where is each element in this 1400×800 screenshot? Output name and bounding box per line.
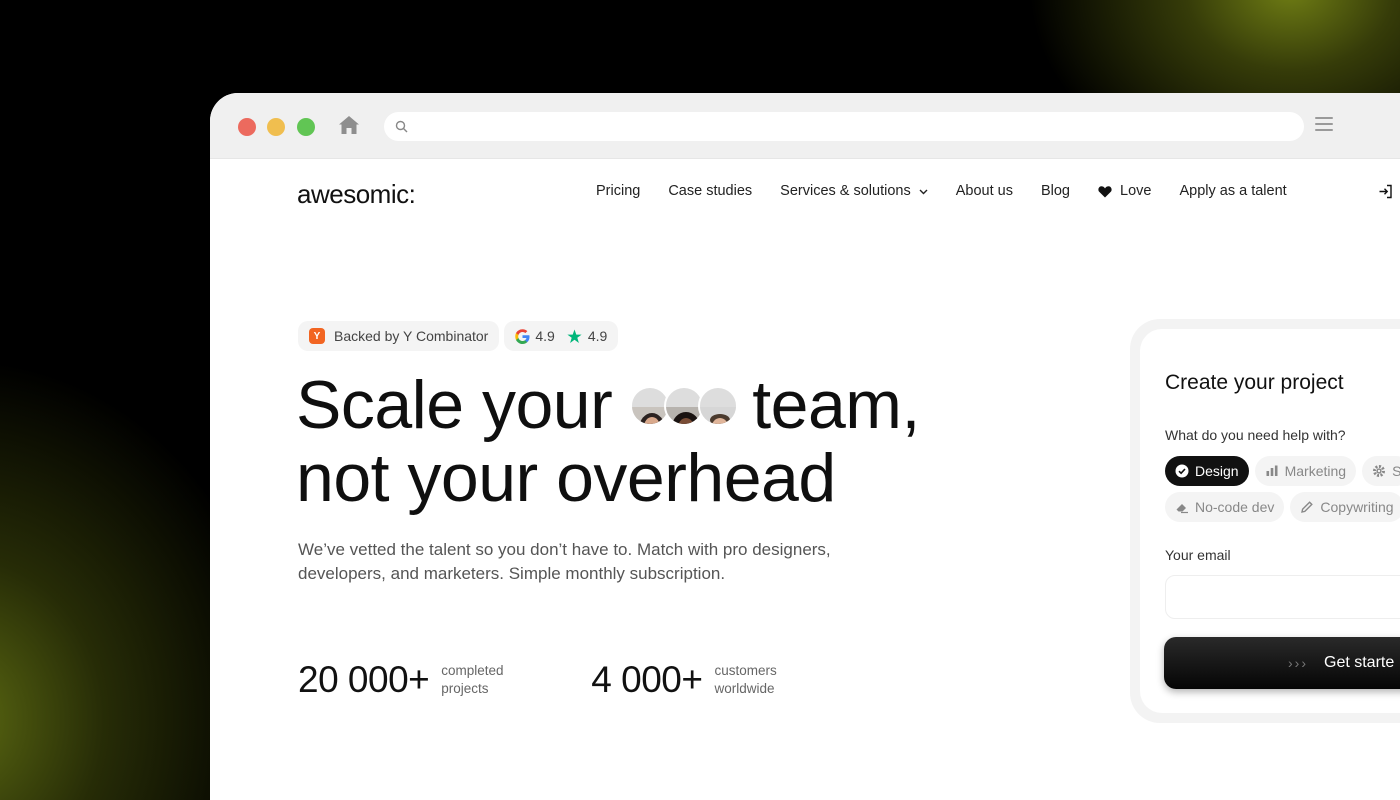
nav-link-love[interactable]: Love [1098,183,1151,199]
headline-part: team, [752,367,920,443]
chip-copywriting[interactable]: Copywriting [1290,492,1400,522]
badge-label: Backed by Y Combinator [334,328,489,344]
url-bar[interactable] [384,112,1304,141]
hero-subtitle: We’ve vetted the talent so you don’t hav… [298,540,831,583]
chip-label: Marketing [1284,463,1347,479]
hero-headline: Scale your team, not your overhead [296,369,920,515]
arrows-right-icon: ››› [1288,655,1308,671]
eraser-icon [1176,504,1188,514]
create-project-card-frame: Create your project What do you need hel… [1130,319,1400,723]
nav-link-pricing[interactable]: Pricing [596,183,640,199]
check-circle-icon [1175,464,1189,478]
browser-toolbar [210,93,1400,159]
nav-link-about-us[interactable]: About us [956,183,1013,199]
stats-row: 20 000+ completed projects 4 000+ custom… [298,659,864,701]
close-window-button[interactable] [238,118,256,136]
pencil-icon [1301,501,1314,513]
email-field[interactable] [1165,575,1400,619]
nav-link-label: Blog [1040,183,1070,199]
avatar [698,385,739,426]
stat-customers: 4 000+ customers worldwide [591,659,804,701]
help-question-label: What do you need help with? [1165,427,1346,443]
cta-label: Get starte [1324,654,1395,671]
get-started-button[interactable]: ››› Get starte [1164,637,1400,689]
nav-link-services[interactable]: Services & solutions [780,183,928,199]
y-combinator-icon: Y [309,328,325,344]
nav-link-label: Case studies [668,183,753,199]
trustpilot-star-icon [567,329,582,343]
gear-icon [1373,465,1386,477]
site-logo[interactable]: awesomic: [297,179,416,210]
chip-label: Design [1195,463,1239,479]
home-icon[interactable] [338,115,360,135]
stat-label: customers worldwide [714,663,777,696]
chip-software[interactable]: S [1362,456,1400,486]
chip-label: S [1392,463,1400,479]
create-project-card: Create your project What do you need hel… [1140,329,1400,713]
stat-projects: 20 000+ completed projects [298,659,531,701]
chip-label: No-code dev [1195,499,1275,515]
chip-label: Copywriting [1320,499,1394,515]
nav-link-label: Love [1120,183,1152,199]
headline-part: Scale your [296,367,613,443]
nav-link-label: Services & solutions [780,183,911,199]
nav-link-blog[interactable]: Blog [1041,183,1070,199]
chevron-down-icon [919,189,928,194]
stat-value: 4 000+ [591,659,703,700]
heart-icon [1098,185,1112,197]
nav-link-label: Pricing [596,183,641,199]
trustpilot-rating-value: 4.9 [587,328,608,344]
browser-window: awesomic: Pricing Case studies Services … [210,93,1400,800]
chip-design[interactable]: Design [1165,456,1249,486]
google-rating-value: 4.9 [535,328,555,344]
stat-label: completed projects [441,663,504,696]
site-header: awesomic: Pricing Case studies Services … [210,159,1400,225]
team-avatars [630,385,739,426]
bar-chart-icon [1266,465,1278,476]
chip-no-code-dev[interactable]: No-code dev [1165,492,1285,522]
nav-link-case-studies[interactable]: Case studies [668,183,752,199]
search-icon [395,120,408,133]
main-nav: Pricing Case studies Services & solution… [596,183,1315,199]
service-chips: Design Marketing S No-code dev Copywriti… [1165,456,1400,528]
hamburger-menu-icon[interactable] [1315,117,1333,133]
nav-link-label: About us [955,183,1013,199]
maximize-window-button[interactable] [297,118,315,136]
google-icon [515,328,530,344]
nav-link-label: Apply as a talent [1179,183,1287,199]
login-icon[interactable] [1378,184,1393,199]
minimize-window-button[interactable] [267,118,285,136]
nav-link-apply-talent[interactable]: Apply as a talent [1179,183,1286,199]
card-title: Create your project [1165,371,1344,394]
y-combinator-badge: Y Backed by Y Combinator [298,321,500,351]
ratings-badge: 4.9 4.9 [504,321,619,351]
trust-badges: Y Backed by Y Combinator 4.9 4.9 [298,321,623,351]
headline-part: not your overhead [296,440,836,516]
stat-value: 20 000+ [298,659,430,700]
email-label: Your email [1165,547,1231,563]
chip-marketing[interactable]: Marketing [1254,456,1357,486]
